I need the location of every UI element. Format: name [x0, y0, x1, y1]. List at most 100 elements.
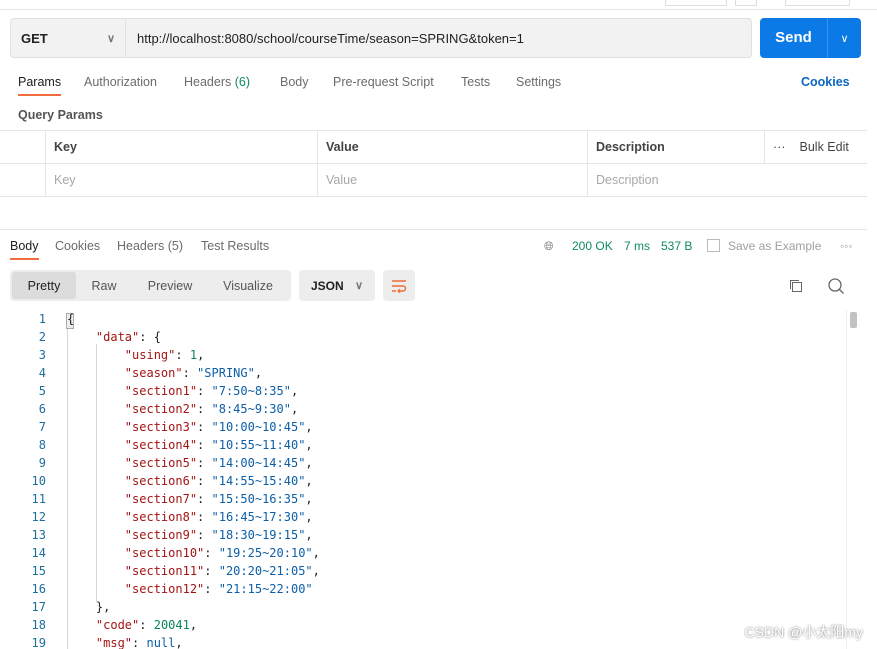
- tab-params[interactable]: Params: [18, 75, 62, 96]
- json-punctuation: :: [197, 456, 212, 470]
- json-string: "14:55~15:40": [211, 474, 306, 488]
- json-punctuation: :: [197, 384, 212, 398]
- json-punctuation: ,: [305, 438, 313, 452]
- code-line: "code": 20041,: [67, 618, 197, 632]
- code-line: "section11": "20:20~21:05",: [67, 564, 320, 578]
- json-punctuation: :: [139, 618, 154, 632]
- view-raw[interactable]: Raw: [76, 272, 132, 299]
- code-line: "section9": "18:30~19:15",: [67, 528, 313, 542]
- json-string: "18:30~19:15": [211, 528, 306, 542]
- json-string: "20:20~21:05": [218, 564, 313, 578]
- tab-authorization[interactable]: Authorization: [84, 75, 157, 89]
- line-number: 12: [31, 510, 46, 524]
- json-punctuation: ,: [305, 456, 313, 470]
- save-as-example-button[interactable]: Save as Example: [728, 239, 821, 253]
- wrap-lines-button[interactable]: [383, 270, 415, 301]
- json-punctuation: [67, 582, 125, 596]
- response-code-editor[interactable]: 1 {2 "data": {3 "using": 1, 4 "season": "S…: [0, 312, 848, 649]
- key-input[interactable]: Key: [46, 164, 318, 196]
- json-punctuation: :: [197, 492, 212, 506]
- copy-icon[interactable]: [788, 278, 804, 294]
- scrollbar-track[interactable]: [846, 310, 847, 649]
- json-punctuation: : {: [139, 330, 161, 344]
- tab-label: Headers: [184, 75, 232, 89]
- globe-icon[interactable]: 🌐︎: [544, 239, 554, 254]
- tab-response-headers[interactable]: Headers (5): [117, 239, 183, 253]
- json-key: "section4": [124, 438, 198, 452]
- header-key: Key: [46, 131, 318, 163]
- json-punctuation: ,: [305, 492, 313, 506]
- query-params-title: Query Params: [18, 108, 103, 122]
- view-visualize[interactable]: Visualize: [208, 272, 288, 299]
- code-line: "season": "SPRING",: [67, 366, 262, 380]
- tab-settings[interactable]: Settings: [516, 75, 561, 89]
- view-preview[interactable]: Preview: [132, 272, 208, 299]
- description-input[interactable]: Description: [588, 164, 867, 196]
- url-input[interactable]: http://localhost:8080/school/courseTime/…: [126, 31, 524, 46]
- code-line: "section4": "10:55~11:40",: [67, 438, 313, 452]
- json-key: "data": [95, 330, 140, 344]
- response-time[interactable]: 7 ms: [624, 239, 650, 253]
- params-table: Key Value Description ··· Bulk Edit Key V…: [0, 130, 867, 197]
- tab-headers[interactable]: Headers (6): [184, 75, 250, 89]
- json-string: "16:45~17:30": [211, 510, 306, 524]
- scrollbar-thumb[interactable]: [850, 312, 857, 328]
- json-punctuation: ,: [290, 402, 299, 416]
- tab-response-body[interactable]: Body: [10, 239, 39, 260]
- line-number: 13: [31, 528, 46, 542]
- divider: [0, 229, 867, 230]
- view-pretty[interactable]: Pretty: [12, 272, 76, 299]
- chevron-down-icon[interactable]: ∨: [828, 32, 861, 45]
- line-number: 7: [38, 420, 46, 434]
- line-number: 2: [38, 330, 46, 344]
- json-key: "section6": [124, 474, 198, 488]
- status-code[interactable]: 200 OK: [572, 239, 613, 253]
- code-line: {: [67, 312, 74, 326]
- json-punctuation: :: [204, 564, 219, 578]
- tab-tests[interactable]: Tests: [461, 75, 490, 89]
- json-punctuation: [67, 384, 125, 398]
- code-line: "section10": "19:25~20:10",: [67, 546, 320, 560]
- code-line: "section1": "7:50~8:35",: [67, 384, 298, 398]
- json-string: "15:50~16:35": [211, 492, 306, 506]
- line-number: 11: [31, 492, 46, 506]
- save-icon: [707, 239, 720, 252]
- json-punctuation: :: [204, 582, 219, 596]
- json-punctuation: :: [204, 546, 219, 560]
- send-button[interactable]: Send ∨: [760, 18, 861, 58]
- json-punctuation: ,: [254, 366, 263, 380]
- line-number: 18: [31, 618, 46, 632]
- json-string: "14:00~14:45": [211, 456, 306, 470]
- send-label[interactable]: Send: [760, 18, 828, 58]
- json-key: "using": [124, 348, 176, 362]
- value-input[interactable]: Value: [318, 164, 588, 196]
- json-punctuation: [67, 456, 125, 470]
- code-line: },: [67, 600, 110, 614]
- json-punctuation: ,: [305, 420, 313, 434]
- search-icon[interactable]: [827, 277, 845, 295]
- checkbox-column: [0, 131, 46, 163]
- tab-test-results[interactable]: Test Results: [201, 239, 269, 253]
- more-icon[interactable]: ◦◦◦: [840, 239, 853, 253]
- line-number: 10: [31, 474, 46, 488]
- tab-body[interactable]: Body: [280, 75, 309, 89]
- headers-count: (6): [234, 75, 251, 89]
- json-key: "season": [124, 366, 183, 380]
- json-key: "section8": [124, 510, 198, 524]
- row-checkbox[interactable]: [0, 164, 46, 196]
- format-select[interactable]: JSON ∨: [299, 270, 375, 301]
- code-line: "section7": "15:50~16:35",: [67, 492, 313, 506]
- response-size[interactable]: 537 B: [661, 239, 692, 253]
- tab-pre-request-script[interactable]: Pre-request Script: [333, 75, 434, 89]
- json-string: "10:55~11:40": [211, 438, 306, 452]
- bulk-edit-button[interactable]: Bulk Edit: [800, 140, 849, 154]
- tab-response-cookies[interactable]: Cookies: [55, 239, 100, 253]
- cookies-link[interactable]: Cookies: [801, 75, 850, 89]
- json-punctuation: [67, 510, 125, 524]
- more-icon[interactable]: ···: [773, 140, 786, 154]
- method-select[interactable]: GET ∨: [11, 19, 126, 57]
- line-number: 19: [31, 636, 46, 649]
- json-punctuation: [67, 366, 125, 380]
- table-row: Key Value Description: [0, 164, 867, 197]
- json-string: "SPRING": [197, 366, 255, 380]
